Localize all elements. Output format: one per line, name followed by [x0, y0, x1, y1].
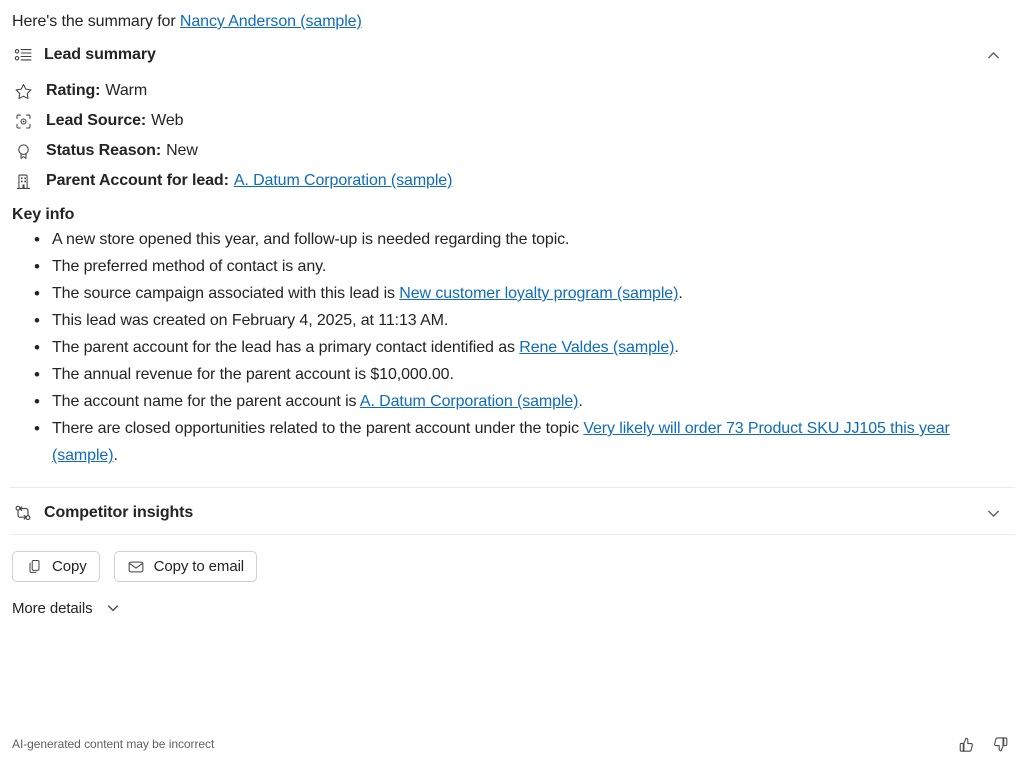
divider-above-competitor-insights [10, 487, 1015, 488]
field-row-parent-account: Parent Account for lead: A. Datum Corpor… [12, 166, 1013, 196]
key-info-heading: Key info [12, 206, 75, 223]
field-value: Web [151, 112, 184, 129]
action-buttons: Copy Copy to email [0, 535, 1025, 582]
key-info-link[interactable]: A. Datum Corporation (sample) [360, 393, 579, 410]
key-info-text: The annual revenue for the parent accoun… [52, 366, 454, 383]
key-info-text: A new store opened this year, and follow… [52, 231, 570, 248]
key-info-text: The source campaign associated with this… [52, 285, 400, 302]
key-info-list: A new store opened this year, and follow… [0, 226, 1025, 469]
ribbon-award-icon [12, 140, 34, 162]
field-value: New [166, 142, 198, 159]
footer: AI-generated content may be incorrect [0, 729, 1025, 759]
field-value: Warm [105, 82, 148, 99]
thumbs-up-icon[interactable] [953, 731, 979, 757]
feedback-controls [953, 731, 1013, 757]
field-value-link[interactable]: A. Datum Corporation (sample) [234, 172, 453, 190]
field-label: Parent Account for lead: [46, 172, 229, 189]
section-header-competitor-insights[interactable]: Competitor insights [0, 492, 1025, 534]
key-info-text: The preferred method of contact is any. [52, 258, 327, 275]
thumbs-down-icon[interactable] [987, 731, 1013, 757]
copy-icon [25, 558, 43, 576]
key-info-item: The annual revenue for the parent accoun… [34, 361, 1013, 388]
key-info-item: A new store opened this year, and follow… [34, 226, 1013, 253]
field-row-lead-source: Lead Source: Web [12, 106, 1013, 136]
section-title-competitor-insights: Competitor insights [44, 504, 194, 521]
key-info-text: . [674, 339, 679, 356]
intro-prefix: Here's the summary for [12, 13, 180, 30]
building-icon [12, 170, 34, 192]
chevron-down-icon[interactable] [979, 499, 1007, 527]
field-label: Lead Source: [46, 112, 147, 129]
key-info-item: The source campaign associated with this… [34, 280, 1013, 307]
field-row-rating: Rating: Warm [12, 76, 1013, 106]
star-icon [12, 80, 34, 102]
intro-line: Here's the summary for Nancy Anderson (s… [0, 0, 1025, 32]
copy-button-label: Copy [52, 558, 87, 575]
section-header-lead-summary[interactable]: Lead summary [0, 38, 1025, 72]
key-info-item: This lead was created on February 4, 202… [34, 307, 1013, 334]
lead-fields: Rating: Warm Lead Source: Web Status Rea… [0, 72, 1025, 196]
key-info-link[interactable]: Rene Valdes (sample) [519, 339, 674, 356]
key-info-text: The parent account for the lead has a pr… [52, 339, 520, 356]
chevron-down-icon[interactable] [103, 598, 123, 618]
key-info-item: The preferred method of contact is any. [34, 253, 1013, 280]
copy-to-email-button-label: Copy to email [153, 558, 245, 575]
key-info-text: There are closed opportunities related t… [52, 420, 584, 437]
more-details-label: More details [12, 599, 93, 617]
mail-icon [127, 558, 145, 576]
field-label: Status Reason: [46, 142, 162, 159]
copy-to-email-button[interactable]: Copy to email [113, 551, 258, 582]
field-row-status-reason: Status Reason: New [12, 136, 1013, 166]
key-info-text: The account name for the parent account … [52, 393, 360, 410]
key-info-item: The account name for the parent account … [34, 388, 1013, 415]
key-info-item: The parent account for the lead has a pr… [34, 334, 1013, 361]
key-info-text: . [578, 393, 583, 410]
branch-compare-icon [12, 502, 34, 524]
chevron-up-icon[interactable] [979, 41, 1007, 69]
field-label: Rating: [46, 82, 101, 99]
key-info-item: There are closed opportunities related t… [34, 415, 1013, 469]
section-title-lead-summary: Lead summary [44, 46, 156, 63]
key-info-text: . [678, 285, 683, 302]
target-scan-icon [12, 110, 34, 132]
copy-button[interactable]: Copy [12, 551, 100, 582]
key-info-text: . [113, 447, 118, 464]
lead-summary-card: Here's the summary for Nancy Anderson (s… [0, 0, 1025, 765]
subject-link[interactable]: Nancy Anderson (sample) [180, 13, 362, 30]
ai-disclaimer: AI-generated content may be incorrect [12, 737, 215, 751]
more-details-toggle[interactable]: More details [0, 582, 135, 618]
key-info-link[interactable]: New customer loyalty program (sample) [399, 285, 678, 302]
key-info-text: This lead was created on February 4, 202… [52, 312, 449, 329]
bulleted-list-icon [12, 44, 34, 66]
